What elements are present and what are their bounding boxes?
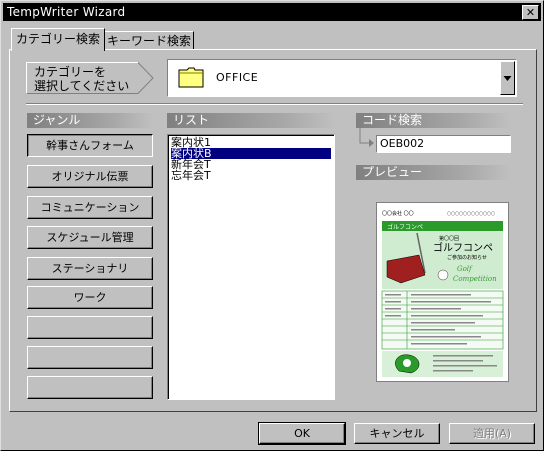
title-bar[interactable]: TempWriter Wizard ✕ <box>3 3 541 21</box>
tab-panel <box>9 49 537 412</box>
window-title: TempWriter Wizard <box>7 5 126 19</box>
tab-category-search[interactable]: カテゴリー検索 <box>11 28 105 51</box>
apply-button[interactable]: 適用(A) <box>449 423 535 444</box>
tab-keyword-search-label: キーワード検索 <box>106 34 191 48</box>
tab-keyword-search[interactable]: キーワード検索 <box>104 31 194 50</box>
wizard-window: TempWriter Wizard ✕ カテゴリー検索 キーワード検索 カテゴリ… <box>0 0 544 451</box>
close-icon: ✕ <box>525 6 536 19</box>
tab-category-search-label: カテゴリー検索 <box>15 32 100 46</box>
close-button[interactable]: ✕ <box>522 5 539 20</box>
cancel-button[interactable]: キャンセル <box>354 423 440 444</box>
ok-button[interactable]: OK <box>258 422 346 445</box>
